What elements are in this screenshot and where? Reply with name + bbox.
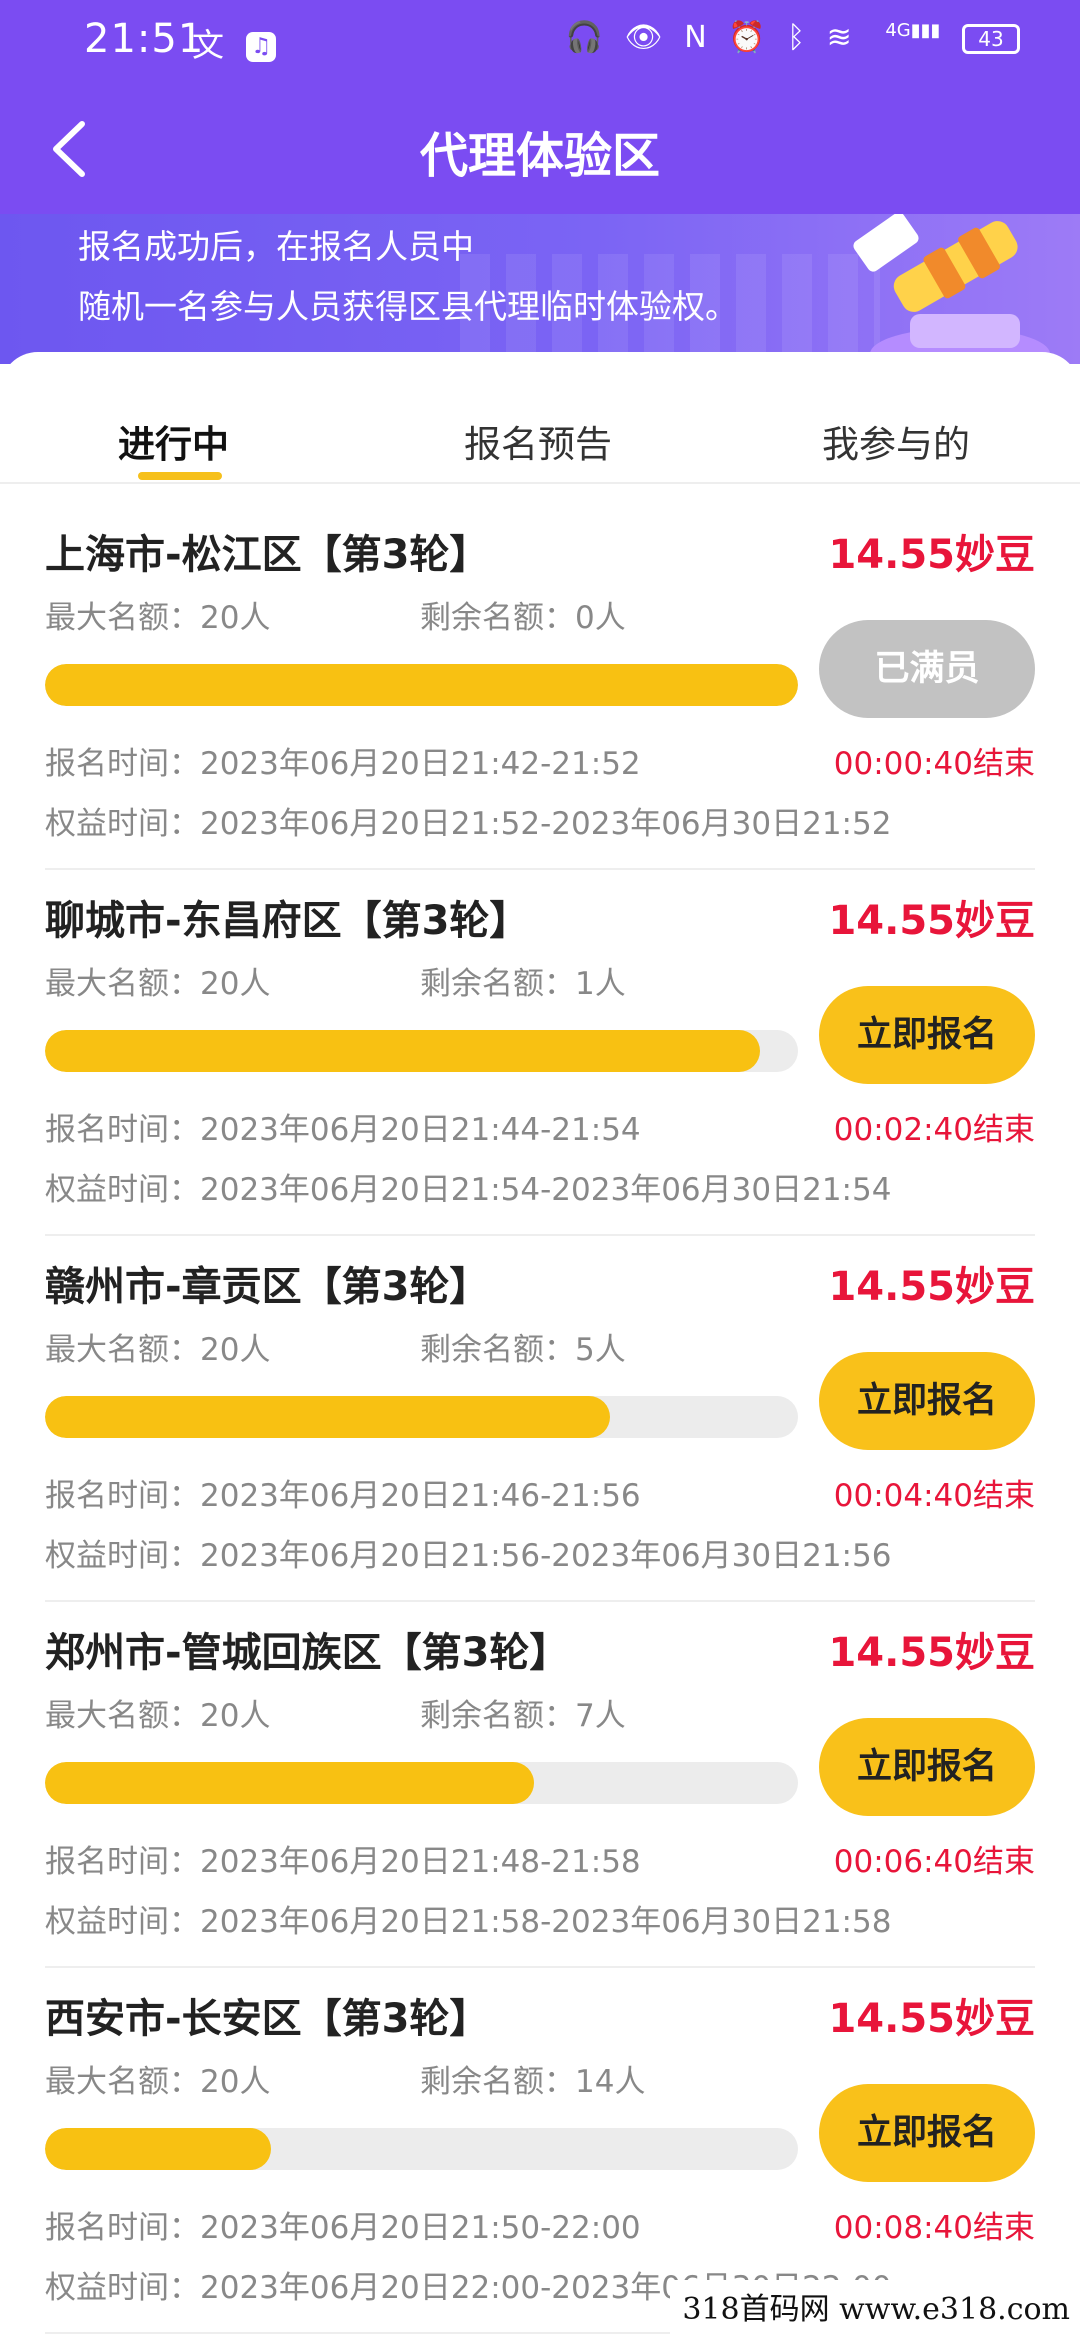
- signal-icon: 4G▮▮▮: [885, 20, 941, 41]
- countdown: 00:02:40结束: [833, 1112, 1035, 1148]
- countdown: 00:08:40结束: [833, 2210, 1035, 2246]
- item-price: 14.55妙豆: [828, 1996, 1035, 2042]
- nav-bar: 代理体验区: [0, 84, 1080, 214]
- item-title: 聊城市-东昌府区【第3轮】: [45, 898, 530, 944]
- item-title: 郑州市-管城回族区【第3轮】: [45, 1630, 570, 1676]
- benefit-time: 权益时间：2023年06月20日21:58-2023年06月30日21:58: [45, 1904, 892, 1940]
- max-quota: 最大名额：20人: [45, 600, 271, 636]
- signup-time: 报名时间：2023年06月20日21:44-21:54: [45, 1112, 641, 1148]
- benefit-time: 权益时间：2023年06月20日21:56-2023年06月30日21:56: [45, 1538, 892, 1574]
- list-item: 西安市-长安区【第3轮】 14.55妙豆 最大名额：20人 剩余名额：14人 立…: [45, 1966, 1035, 2334]
- countdown: 00:04:40结束: [833, 1478, 1035, 1514]
- max-quota: 最大名额：20人: [45, 966, 271, 1002]
- signal-label: 4G: [885, 20, 911, 41]
- translate-icon: 文: [192, 26, 225, 64]
- status-bar: 21:51 文 ♫ 🎧 👁 N ⏰ ᛒ ≋ 4G▮▮▮ 43: [0, 0, 1080, 84]
- battery-icon: 43: [962, 23, 1020, 54]
- site-watermark: 318首码网 www.e318.com: [670, 2280, 1080, 2340]
- item-title: 西安市-长安区【第3轮】: [45, 1996, 490, 2042]
- signup-button[interactable]: 已满员: [819, 620, 1035, 718]
- bluetooth-icon: ᛒ: [787, 20, 806, 55]
- active-tab-indicator: [138, 472, 222, 480]
- quota-progress-bar: [45, 664, 798, 706]
- benefit-time: 权益时间：2023年06月20日21:52-2023年06月30日21:52: [45, 806, 892, 842]
- signup-button[interactable]: 立即报名: [819, 1718, 1035, 1816]
- music-app-icon: ♫: [246, 32, 277, 62]
- quota-progress-bar: [45, 1030, 798, 1072]
- quota-row: 最大名额：20人 剩余名额：7人: [45, 1690, 626, 1735]
- progress-fill: [45, 2128, 271, 2170]
- progress-fill: [45, 664, 798, 706]
- page-title: 代理体验区: [419, 128, 660, 184]
- signup-button[interactable]: 立即报名: [819, 986, 1035, 1084]
- status-right-icons: 🎧 👁 N ⏰ ᛒ ≋ 4G▮▮▮ 43: [554, 20, 1020, 55]
- item-price: 14.55妙豆: [828, 898, 1035, 944]
- tab-in-progress[interactable]: 进行中: [118, 414, 229, 468]
- progress-fill: [45, 1030, 761, 1072]
- signup-button[interactable]: 立即报名: [819, 2084, 1035, 2182]
- quota-progress-bar: [45, 1396, 798, 1438]
- item-price: 14.55妙豆: [828, 1630, 1035, 1676]
- max-quota: 最大名额：20人: [45, 1698, 271, 1734]
- eye-icon: 👁: [624, 20, 663, 55]
- tab-bar: 进行中 报名预告 我参与的: [0, 352, 1080, 484]
- list-item: 郑州市-管城回族区【第3轮】 14.55妙豆 最大名额：20人 剩余名额：7人 …: [45, 1600, 1035, 1968]
- alarm-icon: ⏰: [728, 20, 766, 55]
- list-item: 赣州市-章贡区【第3轮】 14.55妙豆 最大名额：20人 剩余名额：5人 立即…: [45, 1234, 1035, 1602]
- benefit-time: 权益时间：2023年06月20日21:54-2023年06月30日21:54: [45, 1172, 892, 1208]
- tab-signup-preview[interactable]: 报名预告: [464, 414, 612, 468]
- item-title: 赣州市-章贡区【第3轮】: [45, 1264, 490, 1310]
- remaining-quota: 剩余名额：5人: [420, 1332, 626, 1368]
- list-item: 聊城市-东昌府区【第3轮】 14.55妙豆 最大名额：20人 剩余名额：1人 立…: [45, 868, 1035, 1236]
- countdown: 00:00:40结束: [833, 746, 1035, 782]
- remaining-quota: 剩余名额：7人: [420, 1698, 626, 1734]
- wifi-icon: ≋: [826, 20, 852, 55]
- quota-row: 最大名额：20人 剩余名额：5人: [45, 1324, 626, 1369]
- countdown: 00:06:40结束: [833, 1844, 1035, 1880]
- max-quota: 最大名额：20人: [45, 1332, 271, 1368]
- main-content: 进行中 报名预告 我参与的 上海市-松江区【第3轮】 14.55妙豆 最大名额：…: [0, 352, 1080, 2340]
- status-time: 21:51: [84, 16, 205, 62]
- quota-progress-bar: [45, 2128, 798, 2170]
- remaining-quota: 剩余名额：1人: [420, 966, 626, 1002]
- max-quota: 最大名额：20人: [45, 2064, 271, 2100]
- signup-time: 报名时间：2023年06月20日21:50-22:00: [45, 2210, 641, 2246]
- nfc-icon: N: [684, 20, 707, 55]
- progress-fill: [45, 1762, 535, 1804]
- info-banner: 报名成功后，在报名人员中 随机一名参与人员获得区县代理临时体验权。: [0, 214, 1080, 364]
- signup-time: 报名时间：2023年06月20日21:42-21:52: [45, 746, 641, 782]
- quota-progress-bar: [45, 1762, 798, 1804]
- tab-my-participations[interactable]: 我参与的: [822, 414, 970, 468]
- headphones-icon: 🎧: [565, 20, 603, 55]
- list-item: 上海市-松江区【第3轮】 14.55妙豆 最大名额：20人 剩余名额：0人 已满…: [45, 502, 1035, 870]
- progress-fill: [45, 1396, 610, 1438]
- banner-text-line-1: 报名成功后，在报名人员中: [78, 227, 474, 266]
- signup-time: 报名时间：2023年06月20日21:48-21:58: [45, 1844, 641, 1880]
- signup-button[interactable]: 立即报名: [819, 1352, 1035, 1450]
- signup-time: 报名时间：2023年06月20日21:46-21:56: [45, 1478, 641, 1514]
- quota-row: 最大名额：20人 剩余名额：0人: [45, 592, 626, 637]
- gavel-icon: [853, 214, 1050, 364]
- quota-row: 最大名额：20人 剩余名额：1人: [45, 958, 626, 1003]
- quota-row: 最大名额：20人 剩余名额：14人: [45, 2056, 645, 2101]
- item-price: 14.55妙豆: [828, 1264, 1035, 1310]
- item-title: 上海市-松江区【第3轮】: [45, 532, 490, 578]
- banner-text-line-2: 随机一名参与人员获得区县代理临时体验权。: [78, 287, 738, 326]
- status-left-icons: 文 ♫: [192, 20, 277, 66]
- remaining-quota: 剩余名额：14人: [420, 2064, 646, 2100]
- item-price: 14.55妙豆: [828, 532, 1035, 578]
- remaining-quota: 剩余名额：0人: [420, 600, 626, 636]
